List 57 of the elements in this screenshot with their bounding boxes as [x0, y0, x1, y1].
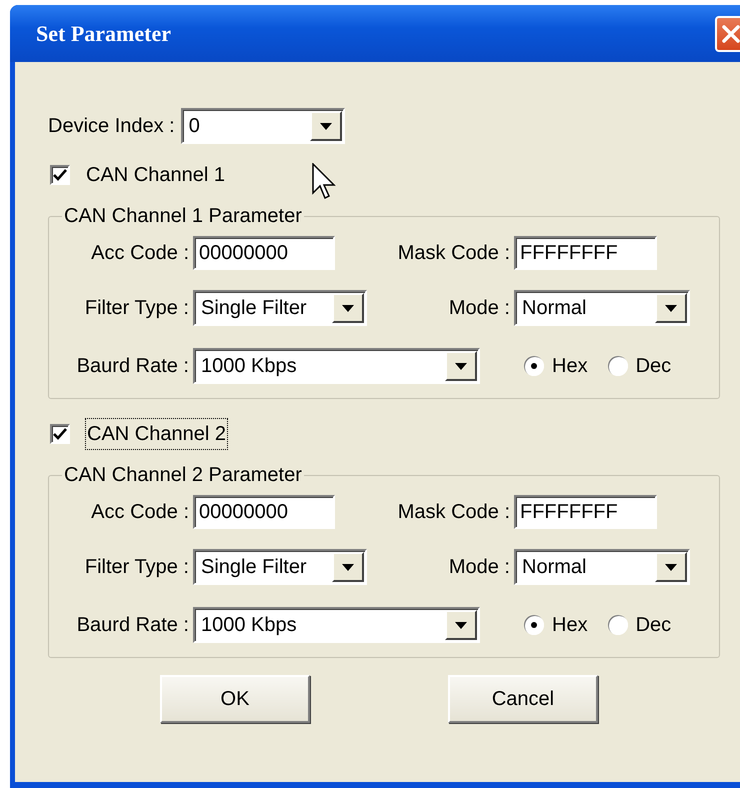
- field-label: Baurd Rate :: [76, 613, 189, 638]
- dropdown[interactable]: 1000 Kbps: [193, 348, 480, 384]
- checkbox-label[interactable]: CAN Channel 1: [86, 160, 225, 190]
- checkbox-label[interactable]: CAN Channel 2: [86, 419, 227, 449]
- cancel-button[interactable]: Cancel: [448, 675, 598, 723]
- dropdown[interactable]: 0: [180, 108, 345, 144]
- dropdown-button[interactable]: [332, 552, 364, 582]
- field-label: Filter Type :: [84, 296, 189, 321]
- radio-label[interactable]: Dec: [636, 351, 672, 381]
- text-field[interactable]: FFFFFFFF: [514, 495, 657, 529]
- group-title: CAN Channel 2 Parameter: [63, 465, 303, 485]
- dropdown[interactable]: Normal: [514, 549, 690, 585]
- radio-label[interactable]: Dec: [636, 610, 672, 640]
- dropdown[interactable]: Single Filter: [193, 549, 367, 585]
- dropdown[interactable]: 1000 Kbps: [193, 607, 480, 643]
- field-label: Mask Code :: [396, 500, 510, 525]
- caret-icon: [342, 304, 354, 312]
- close-icon: [720, 22, 740, 44]
- radio-label[interactable]: Hex: [552, 610, 588, 640]
- radio-button[interactable]: [524, 615, 544, 635]
- ok-button[interactable]: OK: [160, 675, 310, 723]
- text-field[interactable]: 00000000: [193, 236, 335, 270]
- field-label: Mode :: [448, 555, 510, 580]
- caret-icon: [455, 362, 467, 370]
- field-label: Mask Code :: [396, 241, 510, 266]
- dropdown-button[interactable]: [310, 111, 342, 141]
- caret-icon: [342, 564, 354, 570]
- field-label: Acc Code :: [90, 241, 189, 266]
- radio-button[interactable]: [524, 356, 544, 376]
- field-label: Baurd Rate :: [76, 354, 189, 379]
- checkbox[interactable]: [50, 424, 70, 444]
- group-title: CAN Channel 1 Parameter: [63, 206, 303, 226]
- dropdown[interactable]: Normal: [514, 290, 690, 326]
- radio-button[interactable]: [608, 356, 628, 376]
- dropdown[interactable]: Single Filter: [193, 290, 367, 326]
- field-label: Acc Code :: [90, 500, 189, 525]
- text-field[interactable]: FFFFFFFF: [514, 236, 657, 270]
- caret-icon: [320, 122, 332, 130]
- dropdown-button[interactable]: [332, 293, 364, 323]
- window-title: Set Parameter: [36, 20, 171, 48]
- close-button[interactable]: [715, 16, 740, 52]
- field-label: Filter Type :: [84, 555, 189, 580]
- dropdown-button[interactable]: [655, 552, 687, 582]
- dropdown-button[interactable]: [445, 610, 477, 640]
- radio-button[interactable]: [608, 615, 628, 635]
- field-label: Mode :: [448, 296, 510, 321]
- checkbox[interactable]: [50, 165, 70, 185]
- checkmark-icon: [53, 428, 67, 440]
- text-field[interactable]: 00000000: [193, 495, 335, 529]
- radio-label[interactable]: Hex: [552, 351, 588, 381]
- caret-icon: [455, 622, 467, 628]
- dropdown-button[interactable]: [655, 293, 687, 323]
- dropdown-button[interactable]: [445, 351, 477, 381]
- caret-icon: [665, 304, 677, 312]
- field-label: Device Index :: [48, 114, 175, 139]
- caret-icon: [665, 564, 677, 570]
- checkmark-icon: [53, 169, 67, 181]
